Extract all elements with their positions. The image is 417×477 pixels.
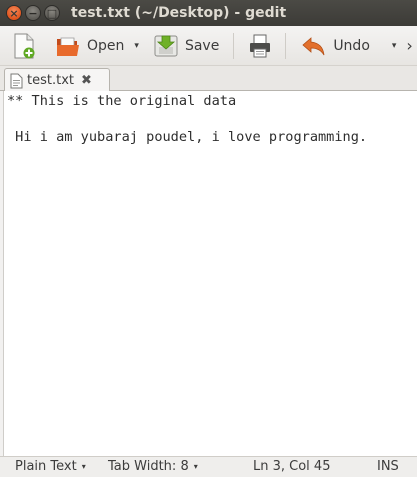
chevron-down-icon: ▾ <box>193 462 198 471</box>
insert-mode-indicator: INS <box>377 459 399 474</box>
document-tab-bar: test.txt ✖ <box>0 66 417 92</box>
syntax-highlight-selector[interactable]: Plain Text ▾ <box>15 459 86 474</box>
tab-test-txt[interactable]: test.txt ✖ <box>4 68 110 92</box>
undo-history-dropdown-arrow[interactable]: ▾ <box>392 41 397 51</box>
syntax-mode-label: Plain Text <box>15 459 77 474</box>
print-button[interactable] <box>243 30 277 62</box>
new-document-icon <box>11 32 37 60</box>
undo-label: Undo <box>333 37 370 54</box>
toolbar-overflow-chevron-icon[interactable]: › <box>406 36 412 55</box>
toolbar-separator <box>285 32 287 59</box>
open-button[interactable]: Open ▾ <box>51 30 143 62</box>
undo-arrow-icon <box>301 32 327 60</box>
title-bar[interactable]: × − □ test.txt (~/Desktop) - gedit <box>0 0 417 26</box>
text-editor-area[interactable]: ** This is the original data Hi i am yub… <box>3 91 417 456</box>
open-label: Open <box>87 37 125 54</box>
editor-line-1: ** This is the original data <box>7 93 237 109</box>
tab-label: test.txt <box>27 73 74 88</box>
print-icon <box>247 32 273 60</box>
window-controls: × − □ <box>6 5 63 21</box>
open-folder-icon <box>55 32 81 60</box>
save-button[interactable]: Save <box>149 30 223 62</box>
cursor-position: Ln 3, Col 45 <box>253 459 331 474</box>
open-recent-dropdown-arrow[interactable]: ▾ <box>134 41 139 51</box>
editor-line-3: Hi i am yubaraj poudel, i love programmi… <box>7 129 368 145</box>
save-label: Save <box>184 37 220 54</box>
tab-close-icon[interactable]: ✖ <box>81 73 92 88</box>
tab-width-selector[interactable]: Tab Width: 8 ▾ <box>108 459 198 474</box>
new-document-button[interactable] <box>7 30 41 62</box>
chevron-down-icon: ▾ <box>81 462 86 471</box>
minimize-window-button[interactable]: − <box>25 5 41 21</box>
save-icon <box>153 32 179 60</box>
tab-width-value: 8 <box>180 459 189 474</box>
text-file-icon <box>10 73 23 89</box>
status-bar: Plain Text ▾ Tab Width: 8 ▾ Ln 3, Col 45 I… <box>0 456 417 477</box>
undo-button[interactable]: Undo ▾ <box>297 30 400 62</box>
window-title: test.txt (~/Desktop) - gedit <box>71 5 287 21</box>
gedit-window: × − □ test.txt (~/Desktop) - gedit Open … <box>0 0 417 477</box>
tab-width-label: Tab Width: <box>108 459 177 474</box>
close-window-button[interactable]: × <box>6 5 22 21</box>
toolbar: Open ▾ Save Undo ▾ › <box>0 26 417 66</box>
maximize-window-button[interactable]: □ <box>44 5 60 21</box>
toolbar-separator <box>233 32 235 59</box>
